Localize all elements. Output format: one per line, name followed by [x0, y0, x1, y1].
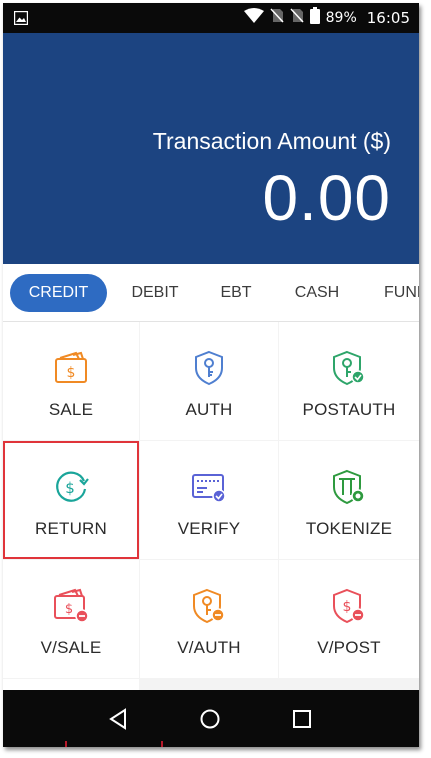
battery-icon — [309, 7, 320, 29]
tab-cash[interactable]: CASH — [285, 274, 349, 312]
home-icon[interactable] — [197, 706, 223, 732]
shield-key-check-icon — [329, 348, 369, 388]
wallet-void-icon: $ — [51, 586, 91, 626]
dollar-return-icon: $ — [51, 467, 91, 507]
shield-key-icon — [189, 348, 229, 388]
void-sale-label: V/SALE — [40, 638, 102, 657]
svg-text:$: $ — [65, 479, 75, 497]
svg-text:$: $ — [65, 602, 73, 617]
auth-label: AUTH — [185, 400, 233, 419]
nav-marker-left — [65, 741, 67, 747]
svg-text:$: $ — [67, 365, 76, 381]
status-right: 89% 16:05 — [243, 3, 410, 33]
no-sim-icon — [270, 8, 284, 28]
shield-token-icon — [329, 467, 369, 507]
verify-button[interactable]: VERIFY — [140, 441, 278, 559]
status-bar: 89% 16:05 — [3, 3, 419, 33]
return-button[interactable]: $ RETURN — [3, 441, 139, 559]
back-icon[interactable] — [105, 706, 131, 732]
void-auth-label: V/AUTH — [177, 638, 241, 657]
next-row-cell — [3, 679, 139, 690]
tab-ebt[interactable]: EBT — [208, 274, 264, 312]
svg-text:$: $ — [343, 599, 352, 615]
shield-key-void-icon — [189, 586, 229, 626]
amount-label: Transaction Amount ($) — [152, 128, 391, 154]
phone-screen: 89% 16:05 Transaction Amount ($) 0.00 CR… — [3, 3, 419, 747]
tab-credit[interactable]: CREDIT — [10, 274, 107, 312]
action-grid: $ SALE AUTH POSTAUTH $ RETURN VERIFY TOK… — [3, 322, 419, 690]
verify-label: VERIFY — [177, 519, 241, 538]
amount-header: Transaction Amount ($) 0.00 — [3, 33, 419, 264]
recents-icon[interactable] — [289, 706, 315, 732]
postauth-button[interactable]: POSTAUTH — [279, 322, 419, 440]
no-sim-icon-2 — [290, 8, 304, 28]
card-verify-icon — [189, 467, 229, 507]
void-post-label: V/POST — [317, 638, 381, 657]
return-label: RETURN — [34, 519, 108, 538]
battery-percent: 89% — [325, 10, 357, 26]
wifi-icon — [243, 8, 264, 28]
void-post-button[interactable]: $ V/POST — [279, 560, 419, 678]
sale-label: SALE — [48, 400, 94, 419]
navigation-bar — [3, 690, 419, 747]
wallet-dollar-icon: $ — [51, 348, 91, 388]
tab-debit[interactable]: DEBIT — [120, 274, 190, 312]
clock: 16:05 — [366, 9, 410, 27]
payment-type-tabs: CREDIT DEBIT EBT CASH FUNDING — [3, 264, 419, 322]
tokenize-label: TOKENIZE — [305, 519, 393, 538]
void-sale-button[interactable]: $ V/SALE — [3, 560, 139, 678]
amount-value[interactable]: 0.00 — [262, 161, 391, 235]
sale-button[interactable]: $ SALE — [3, 322, 139, 440]
postauth-label: POSTAUTH — [302, 400, 396, 419]
gallery-notification-icon — [13, 10, 29, 30]
nav-marker-right — [161, 741, 163, 747]
tab-funding[interactable]: FUNDING — [384, 274, 419, 312]
tokenize-button[interactable]: TOKENIZE — [279, 441, 419, 559]
void-auth-button[interactable]: V/AUTH — [140, 560, 278, 678]
shield-dollar-void-icon: $ — [329, 586, 369, 626]
auth-button[interactable]: AUTH — [140, 322, 278, 440]
